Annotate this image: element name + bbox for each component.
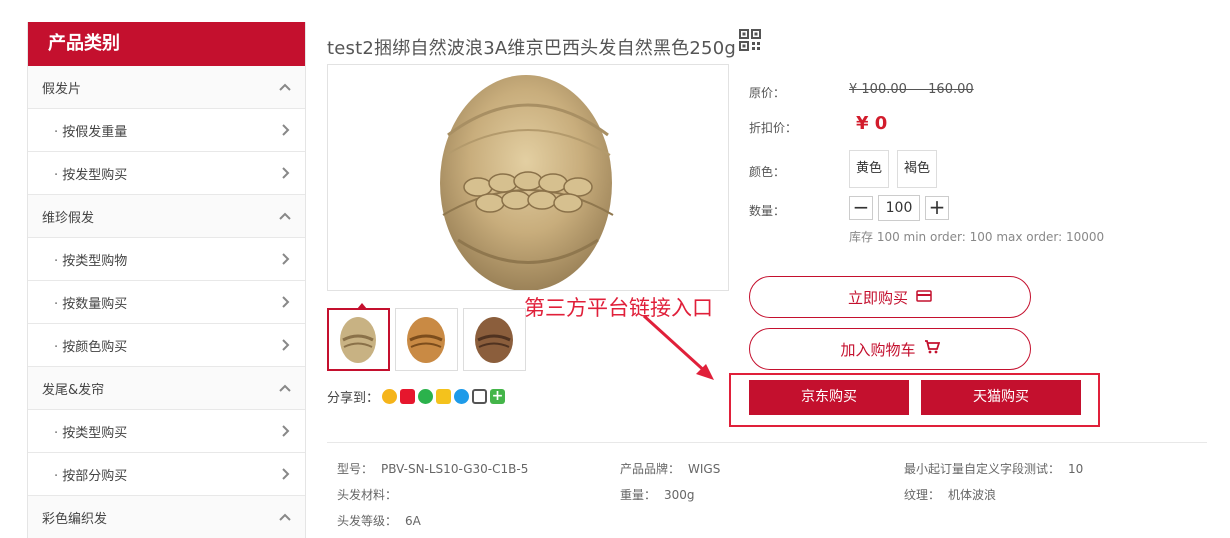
chevron-up-icon [277, 79, 293, 95]
divider [327, 442, 1207, 443]
main-product-image[interactable] [327, 64, 729, 291]
spec-item: 重量： 300g [620, 488, 695, 502]
chevron-right-icon [277, 466, 293, 482]
product-title: test2捆绑自然波浪3A维京巴西头发自然黑色250g [327, 38, 736, 59]
sidebar-item-label: 按假发重量 [42, 121, 127, 140]
buy-now-label: 立即购买 [847, 288, 908, 307]
thumbnail-blonde[interactable] [327, 303, 390, 371]
chevron-right-icon [277, 165, 293, 181]
color-option-yellow[interactable]: 黄色 [849, 150, 889, 188]
add-to-cart-label: 加入购物车 [840, 340, 916, 359]
cart-icon [924, 340, 940, 358]
share-bar: 分享到： + [327, 387, 506, 406]
category-sidebar: 产品类别 假发片按假发重量按发型购买维珍假发按类型购物按数量购买按颜色购买发尾&… [27, 22, 306, 538]
sidebar-category[interactable]: 发尾&发帘 [28, 367, 305, 410]
quantity-label: 数量： [749, 204, 786, 218]
stock-info: 库存 100 min order: 100 max order: 10000 [849, 230, 1105, 244]
spec-item: 纹理： 机体波浪 [904, 488, 997, 502]
spec-item: 最小起订量自定义字段测试： 10 [904, 462, 1084, 476]
quantity-input[interactable] [878, 195, 920, 221]
sidebar-item-label: 按数量购买 [42, 293, 127, 312]
jd-buy-button[interactable]: 京东购买 [749, 380, 909, 415]
spec-item: 头发材料： [337, 488, 398, 502]
chevron-right-icon [277, 423, 293, 439]
thumbnail-orange[interactable] [395, 308, 458, 371]
tmall-buy-button[interactable]: 天猫购买 [921, 380, 1081, 415]
chevron-up-icon [277, 509, 293, 525]
chevron-right-icon [277, 251, 293, 267]
weibo-icon[interactable] [400, 389, 416, 404]
thumbnail-brown[interactable] [463, 308, 526, 371]
quantity-increase-button[interactable]: + [925, 196, 949, 220]
sidebar-item-label: 按发型购买 [42, 164, 127, 183]
color-option-brown[interactable]: 褐色 [897, 150, 937, 188]
spec-item: 头发等级： 6A [337, 514, 421, 528]
sidebar-item-label: 按颜色购买 [42, 336, 127, 355]
sidebar-subcategory[interactable]: 按假发重量 [28, 109, 305, 152]
sidebar-category[interactable]: 假发片 [28, 66, 305, 109]
discount-price: ¥ 0 [856, 113, 888, 134]
sidebar-subcategory[interactable]: 按部分购买 [28, 453, 305, 496]
sidebar-category[interactable]: 彩色编织发 [28, 496, 305, 538]
sidebar-category[interactable]: 维珍假发 [28, 195, 305, 238]
spec-item: 产品品牌： WIGS [620, 462, 721, 476]
chevron-up-icon [277, 380, 293, 396]
share-label: 分享到： [327, 391, 380, 406]
sidebar-subcategory[interactable]: 按发型购买 [28, 152, 305, 195]
sidebar-item-label: 发尾&发帘 [42, 382, 105, 398]
email-icon[interactable] [436, 389, 452, 404]
add-to-cart-button[interactable]: 加入购物车 [749, 328, 1031, 370]
original-price: ¥ 100.00 — 160.00 [849, 82, 974, 97]
qr-code-icon[interactable] [739, 29, 761, 51]
quantity-decrease-button[interactable]: − [849, 196, 873, 220]
sidebar-item-label: 按部分购买 [42, 465, 127, 484]
print-icon[interactable] [472, 389, 488, 404]
wechat-icon[interactable] [418, 389, 434, 404]
thumbnail-strip [327, 303, 526, 371]
discount-price-label: 折扣价： [749, 121, 798, 135]
chevron-up-icon [277, 208, 293, 224]
sidebar-item-label: 按类型购买 [42, 422, 127, 441]
buy-now-button[interactable]: 立即购买 [749, 276, 1031, 318]
more-share-icon[interactable]: + [490, 389, 506, 404]
sidebar-header: 产品类别 [28, 22, 305, 66]
qq-icon[interactable] [454, 389, 470, 404]
chevron-right-icon [277, 337, 293, 353]
qzone-icon[interactable] [382, 389, 398, 404]
card-icon [916, 288, 932, 306]
chevron-right-icon [277, 122, 293, 138]
sidebar-subcategory[interactable]: 按类型购物 [28, 238, 305, 281]
sidebar-subcategory[interactable]: 按数量购买 [28, 281, 305, 324]
spec-item: 型号： PBV-SN-LS10-G30-C1B-5 [337, 462, 529, 476]
color-label: 颜色： [749, 165, 786, 179]
original-price-label: 原价： [749, 86, 786, 100]
sidebar-item-label: 彩色编织发 [42, 511, 108, 527]
sidebar-subcategory[interactable]: 按类型购买 [28, 410, 305, 453]
sidebar-subcategory[interactable]: 按颜色购买 [28, 324, 305, 367]
sidebar-item-label: 假发片 [42, 81, 82, 97]
sidebar-item-label: 按类型购物 [42, 250, 127, 269]
sidebar-item-label: 维珍假发 [42, 210, 95, 226]
annotation-arrow-icon [642, 314, 714, 380]
chevron-right-icon [277, 294, 293, 310]
